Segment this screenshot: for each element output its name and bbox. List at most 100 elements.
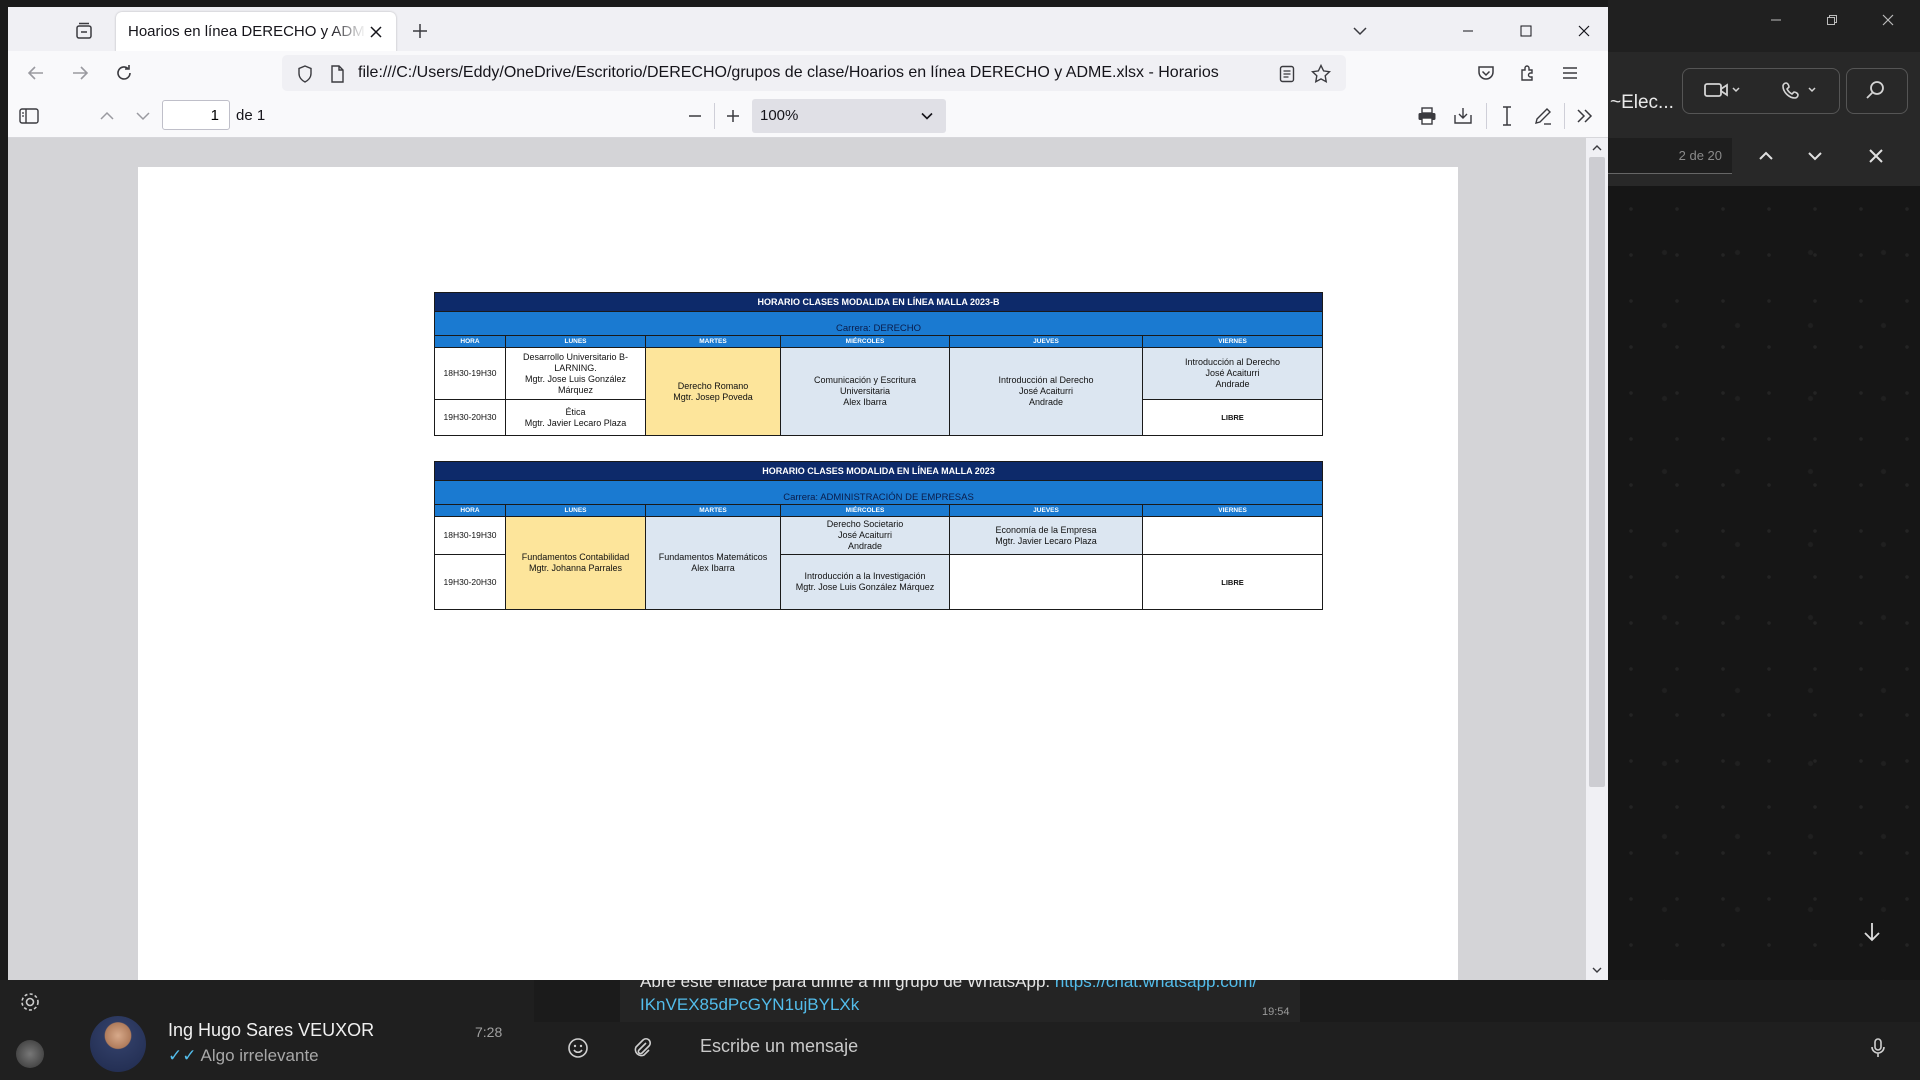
class-cell: Introducción al Derecho José Acaiturri A… — [949, 347, 1143, 436]
previous-page-icon[interactable] — [92, 101, 122, 131]
zoom-select[interactable]: 100% — [752, 99, 946, 133]
time-slot: 18H30-19H30 — [434, 347, 506, 400]
class-name: Desarrollo Universitario B- — [522, 351, 629, 362]
download-icon[interactable] — [1448, 101, 1478, 131]
contact-name[interactable]: Ing Hugo Sares VEUXOR — [168, 1020, 374, 1041]
class-name: Introducción al Derecho — [998, 375, 1094, 385]
settings-gear-icon[interactable] — [14, 986, 46, 1018]
teacher-name: José Acaiturri — [837, 530, 893, 540]
maximize-button[interactable] — [1512, 17, 1540, 45]
teacher-name: José Acaiturri — [1018, 386, 1074, 396]
wa-profile-avatar[interactable] — [16, 1040, 44, 1068]
class-name: Economía de la Empresa — [995, 524, 1097, 535]
shield-icon[interactable] — [294, 63, 316, 85]
message-input[interactable]: Escribe un mensaje — [700, 1036, 858, 1057]
more-tools-icon[interactable] — [1570, 101, 1600, 131]
class-cell: Derecho Romano Mgtr. Josep Poveda — [645, 347, 781, 436]
chevron-up-icon[interactable] — [1748, 138, 1784, 174]
zoom-chevron-icon — [918, 107, 936, 125]
microphone-icon[interactable] — [1860, 1030, 1896, 1066]
teacher-name: Andrade — [847, 541, 883, 551]
teacher-name: Alex Ibarra — [691, 563, 735, 573]
contact-avatar[interactable] — [90, 1016, 146, 1072]
class-name: Derecho Societario — [826, 519, 904, 529]
teacher-name: Andrade — [1215, 379, 1250, 389]
url-bar[interactable]: file:///C:/Users/Eddy/OneDrive/Escritori… — [282, 55, 1346, 91]
free-cell: LIBRE — [1141, 399, 1324, 436]
tab-close-icon[interactable] — [366, 22, 386, 42]
firefox-window: Hoarios en línea DERECHO y ADME.xlsx — [8, 7, 1608, 980]
pocket-icon[interactable] — [1472, 59, 1500, 87]
free-cell: LIBRE — [1141, 554, 1324, 610]
toolbar-divider — [1486, 103, 1487, 129]
contact-time: 7:28 — [475, 1024, 503, 1040]
col-header-martes: MARTES — [645, 504, 781, 517]
reader-view-icon[interactable] — [1274, 61, 1300, 87]
scroll-down-icon[interactable] — [1591, 964, 1603, 976]
close-search-icon[interactable] — [1858, 138, 1894, 174]
search-icon[interactable] — [1856, 72, 1896, 108]
paperclip-icon[interactable] — [624, 1030, 660, 1066]
page-number-input[interactable] — [162, 100, 230, 130]
bookmark-star-icon[interactable] — [1308, 61, 1334, 87]
message-link-cont[interactable]: IKnVEX85dPcGYN1ujBYLXk — [640, 995, 859, 1014]
forward-arrow-icon[interactable] — [66, 59, 94, 87]
scrollbar-thumb[interactable] — [1589, 157, 1605, 787]
file-icon — [326, 63, 348, 85]
back-arrow-icon[interactable] — [22, 59, 50, 87]
time-slot: 19H30-20H30 — [434, 399, 506, 436]
class-cell: Desarrollo Universitario B- LARNING. Mgt… — [505, 347, 646, 400]
wa-chat-title[interactable]: ~Elec... — [1610, 92, 1674, 114]
schedule-table-administracion: HORARIO CLASES MODALIDA EN LÍNEA MALLA 2… — [433, 461, 1324, 610]
zoom-value: 100% — [760, 107, 799, 124]
arrow-down-icon[interactable] — [1850, 910, 1894, 954]
col-header-martes: MARTES — [645, 335, 781, 348]
next-page-icon[interactable] — [128, 101, 158, 131]
video-call-icon[interactable] — [1690, 72, 1756, 108]
chevron-down-icon[interactable] — [1797, 138, 1833, 174]
wa-find-counter[interactable]: 2 de 20 — [1608, 138, 1732, 174]
close-window-button[interactable] — [1570, 17, 1598, 45]
sidebar-toggle-icon[interactable] — [14, 101, 44, 131]
zoom-out-icon[interactable] — [680, 101, 710, 131]
tab-active[interactable]: Hoarios en línea DERECHO y ADME.xlsx — [116, 12, 396, 52]
class-name: Fundamentos Matemáticos — [658, 552, 768, 562]
hamburger-menu-icon[interactable] — [1556, 59, 1584, 87]
class-name: Derecho Romano — [677, 380, 749, 391]
draw-pen-icon[interactable] — [1528, 101, 1558, 131]
class-name: Comunicación y Escritura — [813, 375, 917, 385]
emoji-icon[interactable] — [560, 1030, 596, 1066]
class-cell: Fundamentos Contabilidad Mgtr. Johanna P… — [505, 516, 646, 610]
teacher-name: José Acaiturri — [1205, 368, 1260, 378]
extensions-icon[interactable] — [1514, 59, 1542, 87]
class-name: LARNING. — [554, 362, 597, 373]
schedule-table-derecho: HORARIO CLASES MODALIDA EN LÍNEA MALLA 2… — [433, 292, 1324, 436]
reload-icon[interactable] — [110, 59, 138, 87]
new-tab-icon[interactable] — [406, 17, 434, 45]
contact-preview: ✓✓ Algo irrelevante — [168, 1046, 319, 1066]
voice-call-icon[interactable] — [1768, 72, 1834, 108]
class-name: Universitaria — [839, 386, 890, 396]
wa-restore-button[interactable] — [1810, 6, 1854, 34]
schedule-title: HORARIO CLASES MODALIDA EN LÍNEA MALLA 2… — [433, 292, 1324, 312]
wa-close-button[interactable] — [1866, 6, 1910, 34]
firefox-view-icon[interactable] — [68, 15, 100, 47]
toolbar-divider — [714, 103, 715, 129]
list-tabs-chevron-icon[interactable] — [1346, 17, 1374, 45]
zoom-in-icon[interactable] — [718, 101, 748, 131]
print-icon[interactable] — [1412, 101, 1442, 131]
text-cursor-icon[interactable] — [1492, 101, 1522, 131]
class-cell: Derecho Societario José Acaiturri Andrad… — [780, 516, 950, 555]
message-time: 19:54 — [1262, 1006, 1290, 1018]
col-header-lunes: LUNES — [505, 335, 646, 348]
col-header-miercoles: MIÉRCOLES — [780, 504, 950, 517]
teacher-name: Mgtr. Johanna Parrales — [528, 563, 623, 573]
teacher-name: Mgtr. Jose Luis González Márquez — [795, 582, 935, 592]
wa-minimize-button[interactable] — [1754, 6, 1798, 34]
scroll-up-icon[interactable] — [1591, 142, 1603, 154]
col-header-miercoles: MIÉRCOLES — [780, 335, 950, 348]
teacher-name: Mgtr. Javier Lecaro Plaza — [995, 535, 1097, 546]
read-ticks-icon: ✓✓ — [168, 1046, 197, 1065]
class-cell: Economía de la Empresa Mgtr. Javier Leca… — [949, 516, 1143, 555]
minimize-button[interactable] — [1454, 17, 1482, 45]
